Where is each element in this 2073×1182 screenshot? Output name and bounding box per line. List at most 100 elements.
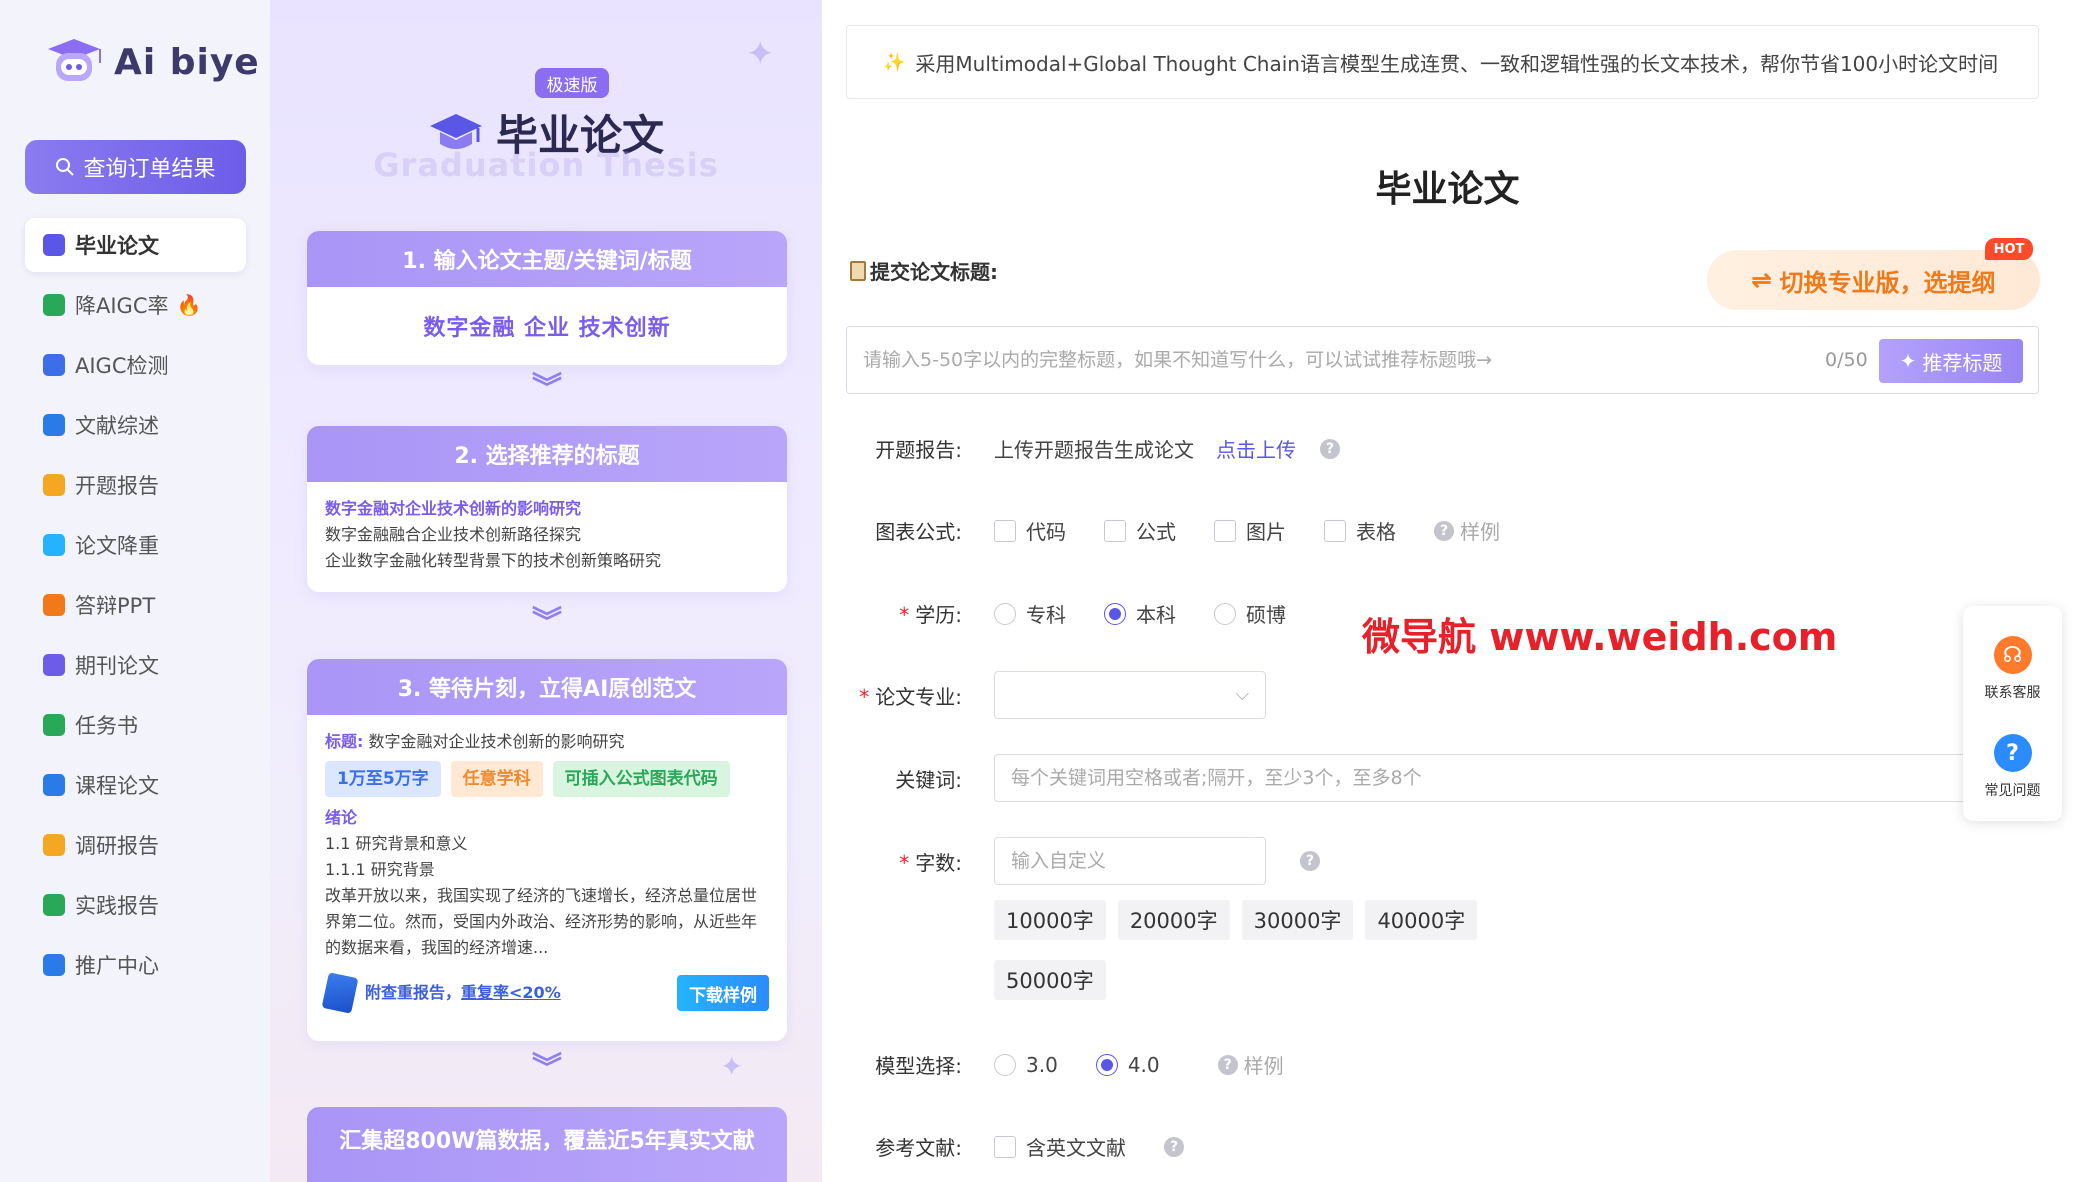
keywords-label: 关键词: [895, 768, 962, 792]
plagiarism-report-note: 附查重报告，重复率<20% [321, 972, 561, 1014]
upload-link[interactable]: 点击上传 [1216, 434, 1296, 463]
references-label: 参考文献: [875, 1135, 962, 1160]
report-icon [43, 474, 65, 496]
checkbox-english-refs[interactable]: 含英文文献 [994, 1132, 1126, 1161]
step1-header: 1. 输入论文主题/关键词/标题 [307, 231, 787, 287]
sidebar-item[interactable]: 开题报告 [25, 458, 246, 512]
charts-label: 图表公式: [875, 519, 962, 544]
tag-any-subject: 任意学科 [450, 761, 543, 797]
radio-model-3[interactable]: 3.0 [994, 1053, 1058, 1077]
query-order-button[interactable]: 查询订单结果 [25, 140, 246, 194]
headset-icon: ☊ [1993, 636, 2032, 674]
logo[interactable]: Ai biye [42, 36, 260, 88]
sidebar-item-label: 调研报告 [75, 834, 159, 858]
proposal-row: 开题报告: 上传开题报告生成论文 点击上传 ? [822, 432, 2073, 464]
question-icon: ? [1993, 734, 2032, 772]
radio-master-doctor[interactable]: 硕博 [1214, 599, 1286, 628]
step2-titles: 数字金融对企业技术创新的影响研究 数字金融融合企业技术创新路径探究 企业数字金融… [307, 482, 787, 588]
proposal-text: 上传开题报告生成论文 [994, 438, 1194, 462]
help-icon[interactable]: ? [1300, 851, 1320, 871]
sidebar-item[interactable]: AIGC检测 [25, 338, 246, 392]
graduation-cap-icon [43, 234, 65, 256]
charts-row: 图表公式: 代码 公式 图片 表格 ? 样例 [822, 514, 2073, 546]
checkbox-formula[interactable]: 公式 [1104, 516, 1176, 545]
radio-junior-college[interactable]: 专科 [994, 599, 1066, 628]
practice-icon [43, 894, 65, 916]
word-count-row: *字数: ? [822, 837, 2073, 885]
contact-service-button[interactable]: ☊ 联系客服 [1963, 636, 2062, 702]
sidebar-item-label: 答辩PPT [75, 594, 156, 618]
faq-button[interactable]: ? 常见问题 [1963, 734, 2062, 800]
keywords-row: 关键词: [822, 754, 2073, 802]
radio-model-4[interactable]: 4.0 [1095, 1053, 1160, 1077]
sidebar-item[interactable]: 答辩PPT [25, 578, 246, 632]
journal-icon [43, 654, 65, 676]
sidebar-item[interactable]: 课程论文 [25, 758, 246, 812]
sidebar-item[interactable]: 毕业论文 [25, 218, 246, 272]
sample-title-label: 标题: [325, 732, 364, 751]
sidebar-item-label: 论文降重 [75, 534, 159, 558]
word-chip-30000[interactable]: 30000字 [1241, 900, 1354, 940]
task-icon [43, 714, 65, 736]
data-coverage-banner: 汇集超800W篇数据，覆盖近5年真实文献 [307, 1107, 787, 1182]
step3-sample: 标题: 数字金融对企业技术创新的影响研究 1万至5万字 任意学科 可插入公式图表… [307, 715, 787, 1021]
sidebar-item[interactable]: 调研报告 [25, 818, 246, 872]
paper-plane-icon [43, 954, 65, 976]
swap-icon: ⇌ [1751, 266, 1772, 294]
title-input[interactable] [847, 327, 1767, 393]
checkbox-image[interactable]: 图片 [1214, 516, 1286, 545]
info-banner: ✨ 采用Multimodal+Global Thought Chain语言模型生… [846, 25, 2039, 99]
sidebar-item-label: AIGC检测 [75, 354, 169, 378]
robot-logo-icon [42, 37, 106, 87]
word-count-input[interactable] [994, 837, 1266, 885]
help-icon: ? [1434, 520, 1454, 541]
word-chip-group: 10000字 20000字 30000字 40000字 50000字 [994, 900, 1534, 1000]
charts-sample-link[interactable]: ? 样例 [1434, 516, 1500, 545]
checkbox-table[interactable]: 表格 [1324, 516, 1396, 545]
sidebar-item[interactable]: 期刊论文 [25, 638, 246, 692]
sample-heading-2: 1.1.1 研究背景 [325, 860, 435, 879]
logo-text: Ai biye [114, 41, 260, 83]
keywords-input[interactable] [994, 754, 1984, 802]
sidebar-item[interactable]: 推广中心 [25, 938, 246, 992]
step2-card: 2. 选择推荐的标题 数字金融对企业技术创新的影响研究 数字金融融合企业技术创新… [307, 426, 787, 592]
proposal-label: 开题报告: [875, 437, 962, 462]
watermark-text: 微导航 www.weidh.com [1362, 615, 1838, 659]
word-chip-20000[interactable]: 20000字 [1117, 900, 1230, 940]
recommend-title-button[interactable]: ✦ 推荐标题 [1879, 339, 2023, 383]
book-icon [43, 414, 65, 436]
sidebar-item[interactable]: 文献综述 [25, 398, 246, 452]
word-chip-50000[interactable]: 50000字 [994, 960, 1106, 1000]
title-counter: 0/50 [1825, 349, 1868, 371]
survey-icon [43, 834, 65, 856]
sample-paragraph: 改革开放以来，我国实现了经济的飞速增长，经济总量位居世界第二位。然而，受国内外政… [325, 886, 758, 957]
major-select[interactable]: ⌵ [994, 671, 1266, 719]
step3-card: 3. 等待片刻，立得AI原创范文 标题: 数字金融对企业技术创新的影响研究 1万… [307, 659, 787, 1041]
word-chip-40000[interactable]: 40000字 [1365, 900, 1478, 940]
help-icon[interactable]: ? [1164, 1136, 1184, 1157]
radio-bachelor[interactable]: 本科 [1104, 599, 1176, 628]
sample-tags: 1万至5万字 任意学科 可插入公式图表代码 [325, 761, 769, 797]
word-chip-10000[interactable]: 10000字 [994, 900, 1106, 940]
sidebar-item-label: 课程论文 [75, 774, 159, 798]
sidebar-item[interactable]: 论文降重 [25, 518, 246, 572]
book-icon [321, 972, 359, 1014]
sidebar-item[interactable]: 任务书 [25, 698, 246, 752]
sample-section: 绪论 [325, 808, 358, 827]
sparkle-icon: ✦ [720, 1050, 744, 1083]
download-sample-button[interactable]: 下载样例 [677, 975, 769, 1011]
query-order-label: 查询订单结果 [83, 156, 216, 181]
sidebar-item[interactable]: 降AIGC率 🔥 [25, 278, 246, 332]
step1-keywords: 数字金融 企业 技术创新 [423, 316, 671, 341]
checkbox-code[interactable]: 代码 [994, 516, 1066, 545]
model-sample-link[interactable]: ? 样例 [1217, 1050, 1284, 1079]
step3-header: 3. 等待片刻，立得AI原创范文 [307, 659, 787, 715]
major-row: * 论文专业: ⌵ [822, 671, 2073, 719]
model-row: 模型选择: 3.0 4.0 ? 样例 [822, 1048, 2073, 1080]
sidebar-item[interactable]: 实践报告 [25, 878, 246, 932]
chevron-down-icon: ︾ [532, 371, 562, 406]
sidebar-item-label: 开题报告 [75, 474, 159, 498]
help-icon[interactable]: ? [1320, 438, 1340, 459]
major-label: * 论文专业: [859, 685, 962, 709]
party-popper-icon: ✨ [883, 51, 906, 73]
